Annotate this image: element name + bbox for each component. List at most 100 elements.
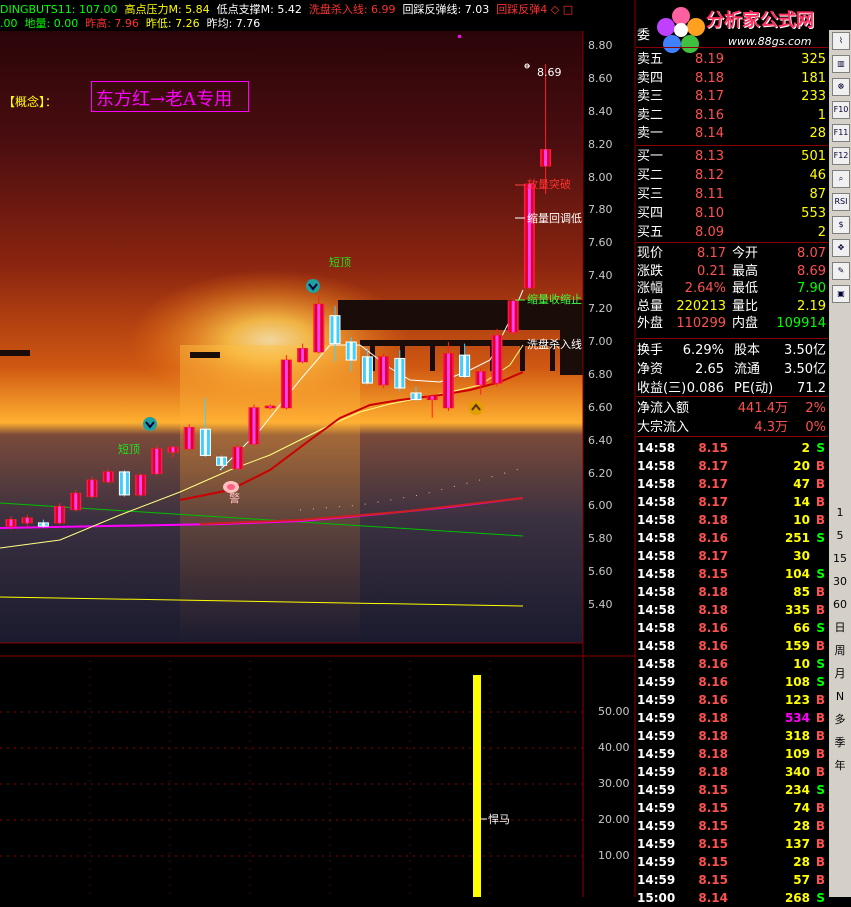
candle-core (511, 300, 515, 333)
quote-divider (636, 396, 828, 397)
buy-price: 8.12 (695, 168, 724, 183)
move-icon[interactable]: ✥ (832, 239, 850, 257)
quote-divider (636, 338, 828, 339)
func-f10-icon[interactable]: F10 (832, 101, 850, 119)
tick-row: 14:59 8.18 340 B (636, 763, 828, 781)
tick-time: 14:58 (637, 639, 676, 653)
candle-core (25, 517, 29, 523)
tick-volume: 10 (793, 657, 810, 671)
buy-label: 买三 (637, 187, 664, 202)
indicator-line-2: .00 地量: 0.00 昨高: 7.96 昨低: 7.26 昨均: 7.76 (0, 17, 267, 31)
price-tick: 6.60 (588, 400, 613, 414)
sell-label: 卖一 (637, 126, 664, 141)
finance-value: 2.65 (695, 362, 724, 377)
volume-bar (473, 675, 481, 897)
tick-volume: 57 (793, 873, 810, 887)
func-f11-icon[interactable]: F11 (832, 124, 850, 142)
tick-price: 8.16 (698, 639, 728, 653)
rsi-icon[interactable]: RSI (832, 193, 850, 211)
buy-volume: 2 (817, 225, 826, 240)
indicator-line1-item: 洗盘杀入线: 6.99 (308, 3, 396, 16)
candle-core (268, 406, 272, 408)
tick-side: B (815, 459, 825, 473)
tick-time: 14:59 (637, 819, 676, 833)
tick-time: 14:58 (637, 603, 676, 617)
finance-key: 流通 (734, 362, 761, 377)
candle-core (430, 396, 434, 400)
concept-label: 【概念】： (3, 95, 58, 109)
period-button[interactable]: 5 (831, 527, 849, 545)
period-button[interactable]: N (831, 688, 849, 706)
stat-value: 0.21 (697, 263, 726, 279)
period-button[interactable]: 1 (831, 504, 849, 522)
quote-row: 买三 8.11 87 (636, 186, 828, 204)
buy-label: 买一 (637, 149, 664, 164)
tick-side: S (816, 621, 825, 635)
finance-value: 6.29% (682, 343, 724, 358)
candle-core (252, 407, 256, 444)
volume-tick: 40.00 (598, 741, 630, 754)
stat-value: 8.69 (797, 263, 826, 279)
chart-line-icon[interactable]: ⌇ (832, 32, 850, 50)
stat-key: 涨跌 (637, 263, 664, 279)
sell-label: 卖四 (637, 70, 664, 86)
candle-core (446, 353, 450, 408)
tick-volume: 251 (784, 531, 810, 545)
period-button[interactable]: 年 (831, 757, 849, 775)
period-button[interactable]: 月 (831, 665, 849, 683)
candle-core (220, 457, 224, 466)
dollar-icon[interactable]: $ (832, 216, 850, 234)
tick-row: 14:59 8.16 123 B (636, 691, 828, 709)
tick-row: 14:59 8.16 108 S (636, 673, 828, 691)
sell-price: 8.14 (695, 126, 724, 141)
period-button[interactable]: 周 (831, 642, 849, 660)
candle-core (9, 519, 13, 527)
tick-side: B (815, 603, 825, 617)
quote-row: 买五 8.09 2 (636, 224, 828, 242)
candle-core (544, 149, 548, 167)
price-tick: 8.60 (588, 71, 613, 85)
tick-volume: 340 (784, 765, 810, 779)
pen-icon[interactable]: ✎ (832, 262, 850, 280)
period-button[interactable]: 多 (831, 711, 849, 729)
period-button[interactable]: 日 (831, 619, 849, 637)
stat-value: 220213 (676, 298, 726, 314)
func-f12-icon[interactable]: F12 (832, 147, 850, 165)
tick-time: 14:59 (637, 837, 676, 851)
tick-price: 8.18 (698, 765, 728, 779)
tick-price: 8.16 (698, 531, 728, 545)
tick-price: 8.15 (698, 837, 728, 851)
tick-row: 14:58 8.15 2 S (636, 439, 828, 457)
candle-core (90, 480, 94, 497)
compass-icon[interactable]: ☸ (832, 78, 850, 96)
right-toolbar: ⌇ ▥ ☸ F10 F11 F12 ⌕ RSI $ ✥ ✎ ▣ 1 5 15 30 60 日周月 N 多季年 (829, 30, 851, 897)
quote-divider (636, 47, 828, 48)
tick-price: 8.18 (698, 747, 728, 761)
indicator-line1-item: 回踩反弹线: 7.03 (402, 3, 490, 16)
tick-price: 8.15 (698, 441, 728, 455)
stat-value: 8.17 (697, 246, 726, 261)
price-tick: 7.20 (588, 302, 613, 316)
image-icon[interactable]: ▣ (832, 285, 850, 303)
period-button[interactable]: 15 (831, 550, 849, 568)
period-button[interactable]: 季 (831, 734, 849, 752)
short-top-label-1: 短顶 (329, 256, 351, 269)
tick-volume: 318 (784, 729, 810, 743)
period-button[interactable]: 30 (831, 573, 849, 591)
tick-time: 14:58 (637, 657, 676, 671)
tick-side: B (815, 873, 825, 887)
search-icon[interactable]: ⌕ (832, 170, 850, 188)
quote-row: 买一 8.13 501 (636, 148, 828, 166)
short-top-label-2: 短顶 (118, 443, 140, 456)
tick-side: B (815, 855, 825, 869)
tick-time: 14:58 (637, 549, 676, 563)
short-top-marker-2 (143, 417, 157, 431)
tick-time: 14:59 (637, 873, 676, 887)
tick-row: 14:59 8.15 137 B (636, 835, 828, 853)
tick-side: S (816, 657, 825, 671)
candlestick-icon[interactable]: ▥ (832, 55, 850, 73)
warning-label: 警 (229, 492, 240, 505)
tick-row: 14:58 8.17 47 B (636, 475, 828, 493)
period-button[interactable]: 60 (831, 596, 849, 614)
flow-value: 441.4万 (737, 401, 788, 416)
